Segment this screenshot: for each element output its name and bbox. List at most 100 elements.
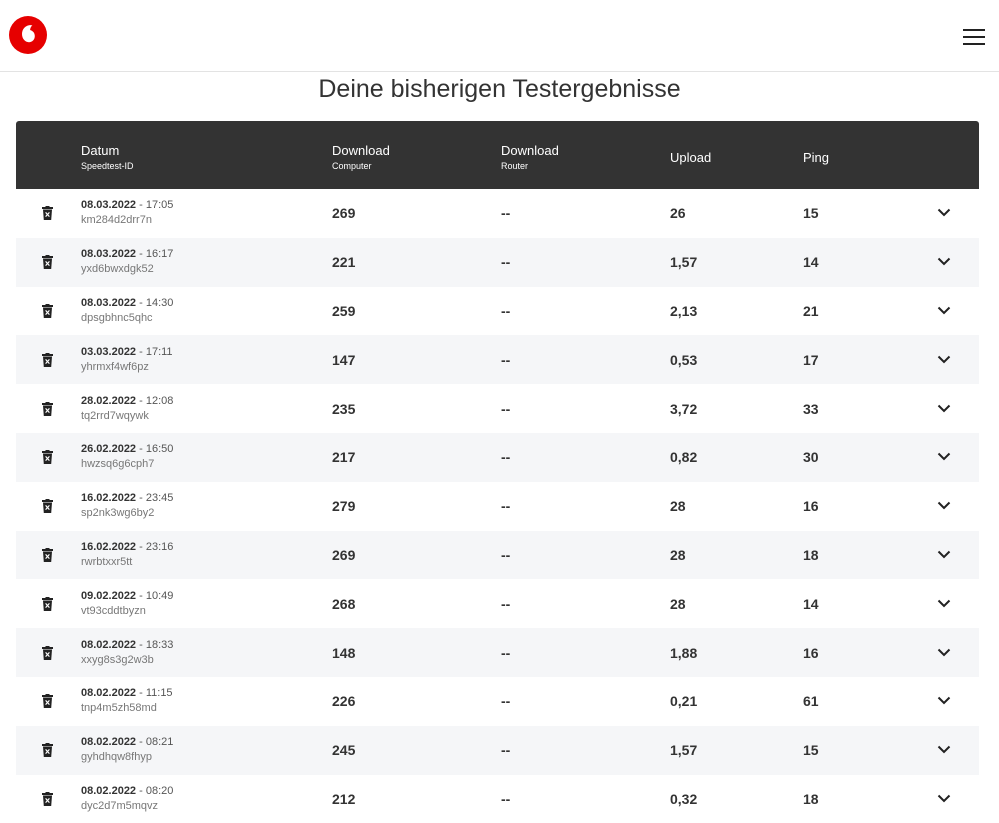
trash-icon[interactable] (42, 547, 53, 562)
test-date: 08.03.2022 (81, 296, 137, 309)
column-header-upload: Upload (670, 150, 712, 165)
date-cell: 08.02.2022 - 08:21 gyhdhqw8fhyp (81, 736, 174, 764)
ping-value: 18 (803, 790, 819, 807)
vodafone-logo-icon[interactable] (9, 16, 47, 54)
upload-value: 0,82 (670, 449, 698, 466)
chevron-down-icon[interactable] (937, 599, 951, 608)
trash-icon[interactable] (42, 206, 53, 221)
test-time: 08:20 (145, 784, 174, 797)
download-computer-value: 217 (332, 449, 356, 466)
ping-value: 16 (803, 644, 819, 661)
test-time: 08:21 (145, 736, 174, 749)
trash-icon[interactable] (42, 450, 53, 465)
test-date: 08.03.2022 (81, 248, 137, 261)
test-date: 08.02.2022 (81, 638, 137, 651)
test-time: 14:30 (145, 296, 174, 309)
upload-value: 28 (670, 546, 686, 563)
download-router-value: -- (501, 546, 511, 563)
table-row: 09.02.2022 - 10:49 vt93cddtbyzn 268 -- 2… (16, 579, 979, 629)
upload-value: 2,13 (670, 302, 698, 319)
upload-value: 1,57 (670, 742, 698, 759)
menu-button[interactable] (963, 29, 985, 47)
download-router-value: -- (501, 693, 511, 710)
upload-value: 26 (670, 205, 686, 222)
date-cell: 28.02.2022 - 12:08 tq2rrd7wqywk (81, 394, 174, 422)
download-router-value: -- (501, 742, 511, 759)
speedtest-id: xxyg8s3g2w3b (81, 653, 154, 666)
chevron-down-icon[interactable] (937, 696, 951, 705)
test-time: 17:05 (145, 199, 174, 212)
table-row: 16.02.2022 - 23:16 rwrbtxxr5tt 269 -- 28… (16, 530, 979, 580)
table-row: 03.03.2022 - 17:11 yhrmxf4wf6pz 147 -- 0… (16, 335, 979, 385)
test-date: 16.02.2022 (81, 492, 137, 505)
download-computer-value: 259 (332, 302, 356, 319)
download-computer-value: 245 (332, 742, 356, 759)
table-row: 08.02.2022 - 11:15 tnp4m5zh58md 226 -- 0… (16, 676, 979, 726)
test-time: 23:45 (145, 492, 174, 505)
chevron-down-icon[interactable] (937, 501, 951, 510)
table-row: 16.02.2022 - 23:45 sp2nk3wg6by2 279 -- 2… (16, 481, 979, 531)
trash-icon[interactable] (42, 401, 53, 416)
test-time: 12:08 (145, 394, 174, 407)
trash-icon[interactable] (42, 352, 53, 367)
test-time: 16:17 (145, 248, 174, 261)
trash-icon[interactable] (42, 791, 53, 806)
chevron-down-icon[interactable] (937, 452, 951, 461)
download-computer-value: 269 (332, 546, 356, 563)
speedtest-id: hwzsq6g6cph7 (81, 458, 155, 471)
date-cell: 03.03.2022 - 17:11 yhrmxf4wf6pz (81, 345, 173, 373)
chevron-down-icon[interactable] (937, 257, 951, 266)
test-date: 08.02.2022 (81, 784, 137, 797)
chevron-down-icon[interactable] (937, 355, 951, 364)
ping-value: 21 (803, 302, 819, 319)
test-time: 10:49 (145, 589, 174, 602)
download-router-value: -- (501, 498, 511, 515)
chevron-down-icon[interactable] (937, 208, 951, 217)
chevron-down-icon[interactable] (937, 745, 951, 754)
page-title: Deine bisherigen Testergebnisse (318, 75, 681, 103)
test-time: 11:15 (145, 687, 173, 700)
table-row: 08.02.2022 - 18:33 xxyg8s3g2w3b 148 -- 1… (16, 628, 979, 677)
table-row: 08.03.2022 - 16:17 yxd6bwxdgk52 221 -- 1… (16, 237, 979, 287)
table-row: 28.02.2022 - 12:08 tq2rrd7wqywk 235 -- 3… (16, 384, 979, 433)
date-cell: 08.02.2022 - 18:33 xxyg8s3g2w3b (81, 638, 174, 666)
trash-icon[interactable] (42, 303, 53, 318)
ping-value: 18 (803, 546, 819, 563)
trash-icon[interactable] (42, 596, 53, 611)
trash-icon[interactable] (42, 645, 53, 660)
download-router-value: -- (501, 205, 511, 222)
trash-icon[interactable] (42, 694, 53, 709)
download-computer-value: 226 (332, 693, 356, 710)
trash-icon[interactable] (42, 255, 53, 270)
table-row: 08.03.2022 - 17:05 km284d2drr7n 269 -- 2… (16, 189, 979, 238)
chevron-down-icon[interactable] (937, 306, 951, 315)
date-cell: 08.03.2022 - 16:17 yxd6bwxdgk52 (81, 248, 174, 276)
table-row: 08.03.2022 - 14:30 dpsgbhnc5qhc 259 -- 2… (16, 286, 979, 336)
trash-icon[interactable] (42, 499, 53, 514)
test-date: 08.02.2022 (81, 687, 137, 700)
upload-value: 28 (670, 498, 686, 515)
speedtest-id: dyc2d7m5mqvz (81, 799, 159, 812)
speedtest-id: vt93cddtbyzn (81, 604, 146, 617)
chevron-down-icon[interactable] (937, 404, 951, 413)
chevron-down-icon[interactable] (937, 648, 951, 657)
upload-value: 1,88 (670, 644, 698, 661)
ping-value: 14 (803, 595, 819, 612)
speedtest-id: dpsgbhnc5qhc (81, 311, 153, 324)
upload-value: 0,32 (670, 790, 698, 807)
test-date: 03.03.2022 (81, 345, 137, 358)
download-computer-value: 279 (332, 498, 356, 515)
speedtest-id: sp2nk3wg6by2 (81, 507, 155, 520)
test-date: 26.02.2022 (81, 443, 137, 456)
chevron-down-icon[interactable] (937, 794, 951, 803)
table-row: 08.02.2022 - 08:20 dyc2d7m5mqvz 212 -- 0… (16, 774, 979, 823)
hamburger-menu-icon (963, 29, 985, 31)
results-table: Datum Speedtest-ID Download Computer Dow… (16, 121, 979, 823)
trash-icon[interactable] (42, 743, 53, 758)
date-cell: 16.02.2022 - 23:16 rwrbtxxr5tt (81, 540, 174, 568)
test-date: 08.02.2022 (81, 736, 137, 749)
ping-value: 33 (803, 400, 819, 417)
speedtest-id: rwrbtxxr5tt (81, 555, 133, 568)
date-cell: 08.03.2022 - 14:30 dpsgbhnc5qhc (81, 296, 174, 324)
chevron-down-icon[interactable] (937, 550, 951, 559)
